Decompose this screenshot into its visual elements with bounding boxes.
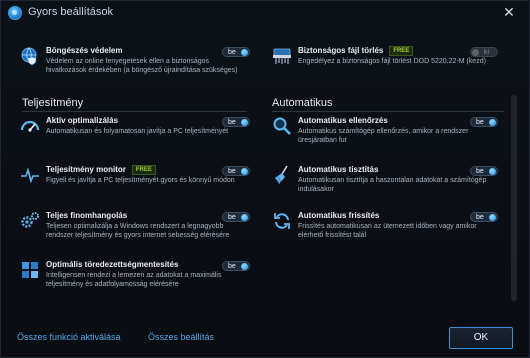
item-desc: Teljesen optimalizálja a Windows rendsze…	[46, 223, 230, 239]
item-name: Böngészés védelem	[46, 46, 123, 55]
shredder-icon	[272, 46, 292, 66]
windows-tiles-icon	[20, 260, 40, 280]
item-desc: Figyeli és javítja a PC teljesítményét g…	[46, 177, 235, 184]
toggle-auto-update[interactable]: be	[470, 212, 498, 222]
item-name: Automatikus frissítés	[298, 211, 380, 220]
item-desc: Automatikusan és folyamatosan javítja a …	[46, 128, 229, 135]
toggle-performance-monitor[interactable]: be	[222, 166, 250, 176]
scrollbar[interactable]	[511, 95, 517, 301]
free-badge: FREE	[389, 46, 414, 56]
item-desc: Frissítés automatikusan az ütemezett idő…	[298, 223, 477, 239]
item-name: Aktív optimalizálás	[46, 116, 119, 125]
item-desc: Intelligensen rendezi a lemezen az adato…	[46, 272, 222, 288]
gears-icon	[20, 211, 40, 231]
toggle-active-optimization[interactable]: be	[222, 117, 250, 127]
titlebar: Gyors beállítások ✕	[1, 1, 529, 25]
toggle-optimal-defrag[interactable]: be	[222, 261, 250, 271]
toggle-auto-scan[interactable]: be	[470, 117, 498, 127]
speedometer-icon	[20, 116, 40, 136]
window-title: Gyors beállítások	[28, 6, 113, 18]
globe-shield-icon	[20, 46, 40, 66]
broom-icon	[272, 165, 292, 185]
toggle-auto-clean[interactable]: be	[470, 166, 498, 176]
item-name: Automatikus ellenőrzés	[298, 116, 388, 125]
item-desc: Automatikusan tisztítja a haszontalan ad…	[298, 177, 487, 193]
section-heading-performance: Teljesítmény	[22, 97, 247, 112]
item-name: Teljes finomhangolás	[46, 211, 128, 220]
activate-all-link[interactable]: Összes funkció aktiválása	[17, 332, 121, 342]
toggle-browsing-protection[interactable]: be	[222, 47, 250, 57]
toggle-full-tuning[interactable]: be	[222, 212, 250, 222]
magnifier-icon	[272, 116, 292, 136]
all-settings-link[interactable]: Összes beállítás	[148, 332, 214, 342]
item-name: Optimális töredezettségmentesítés	[46, 260, 179, 269]
item-desc: Automatikus számítógép ellenőrzés, amiko…	[298, 128, 469, 144]
item-desc: Engedélyez a biztonságos fájl törlést DO…	[298, 58, 486, 65]
item-name: Automatikus tisztítás	[298, 165, 379, 174]
ok-button[interactable]: OK	[449, 327, 513, 349]
free-badge: FREE	[131, 165, 156, 175]
pulse-icon	[20, 165, 40, 185]
close-button[interactable]: ✕	[501, 4, 517, 20]
toggle-secure-file-delete[interactable]: ki	[470, 47, 498, 57]
app-logo-icon	[8, 6, 22, 20]
refresh-icon	[272, 211, 292, 231]
item-name: Teljesítmény monitor FREE	[46, 165, 156, 175]
section-heading-automatic: Automatikus	[272, 97, 504, 112]
item-name: Biztonságos fájl törlés FREE	[298, 46, 414, 56]
quick-settings-window: Gyors beállítások ✕ Böngészés védelem Vé…	[0, 0, 530, 358]
item-desc: Védelem az online fenyegetések ellen a b…	[46, 58, 238, 74]
